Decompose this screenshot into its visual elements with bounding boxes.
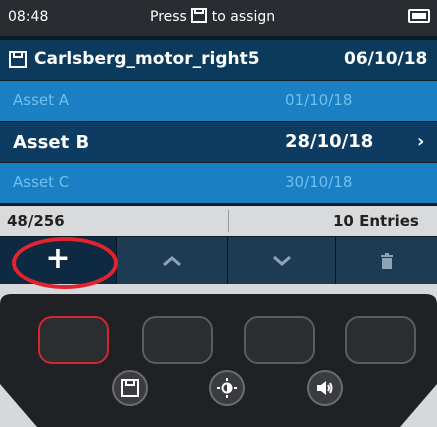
status-time: 08:48 — [8, 9, 49, 25]
asset-name: Asset A — [13, 91, 70, 109]
asset-date: 30/10/18 — [285, 173, 353, 191]
highlight-ring — [12, 237, 118, 289]
chevron-down-icon — [271, 248, 293, 273]
up-softkey[interactable] — [117, 237, 228, 284]
save-icon — [9, 51, 27, 73]
file-header[interactable]: Carlsberg_motor_right5 06/10/18 — [0, 40, 437, 80]
asset-row-b[interactable]: Asset B 28/10/18 › — [0, 122, 437, 162]
save-button[interactable] — [112, 370, 148, 406]
hardware-key-1[interactable] — [38, 316, 109, 364]
brightness-button[interactable] — [209, 370, 245, 406]
asset-date: 28/10/18 — [285, 131, 374, 152]
delete-softkey[interactable] — [336, 237, 437, 284]
hardware-key-3[interactable] — [244, 316, 315, 364]
hint-suffix: to assign — [211, 9, 276, 25]
entry-position: 48/256 — [7, 212, 65, 230]
asset-name: Asset C — [13, 173, 70, 191]
file-name: Carlsberg_motor_right5 — [34, 49, 260, 69]
status-bar: 08:48 Press to assign — [0, 0, 437, 36]
list-footer: 48/256 10 Entries — [0, 206, 437, 236]
battery-icon — [408, 9, 430, 23]
status-hint: Press to assign — [150, 8, 275, 27]
chevron-up-icon — [161, 248, 183, 273]
file-date: 06/10/18 — [344, 49, 428, 69]
hardware-key-2[interactable] — [142, 316, 213, 364]
asset-name: Asset B — [13, 132, 90, 153]
save-icon — [121, 379, 139, 397]
divider — [228, 210, 229, 232]
entry-count: 10 Entries — [333, 212, 419, 230]
volume-icon — [317, 381, 333, 395]
save-icon — [191, 8, 208, 27]
hardware-key-4[interactable] — [345, 316, 416, 364]
brightness-icon — [217, 378, 237, 398]
down-softkey[interactable] — [228, 237, 336, 284]
chevron-right-icon: › — [417, 131, 425, 152]
trash-icon — [380, 248, 394, 273]
asset-date: 01/10/18 — [285, 91, 353, 109]
asset-row-a[interactable]: Asset A 01/10/18 — [0, 81, 437, 121]
hint-prefix: Press — [150, 9, 187, 25]
asset-row-c[interactable]: Asset C 30/10/18 — [0, 163, 437, 203]
volume-button[interactable] — [307, 370, 343, 406]
